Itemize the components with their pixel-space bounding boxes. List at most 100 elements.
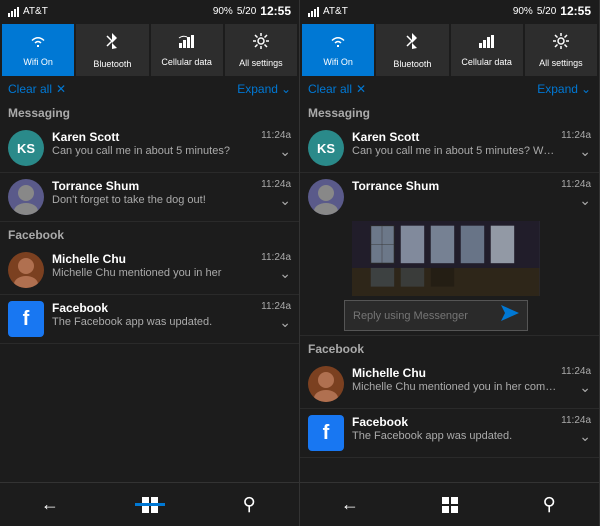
close-icon-right: ✕ — [356, 82, 366, 96]
bottom-nav-right: ← ⚲ — [300, 482, 599, 526]
status-bar-left: AT&T 90% 5/20 12:55 — [0, 0, 299, 22]
notif-content-michelle-right: Michelle Chu Michelle Chu mentioned you … — [352, 366, 557, 393]
notifications-right: Messaging KS Karen Scott Can you call me… — [300, 100, 599, 482]
chevron-michelle-right: ⌄ — [579, 379, 591, 396]
chevron-torrance-right: ⌄ — [579, 192, 591, 209]
carrier-right: AT&T — [323, 6, 348, 17]
avatar-michelle-right — [308, 366, 344, 402]
expand-btn-left[interactable]: Expand ⌄ — [237, 82, 291, 96]
bluetooth-icon-left — [105, 31, 119, 56]
notif-meta-karen-left: 11:24a ⌄ — [261, 130, 291, 160]
notif-karen-left[interactable]: KS Karen Scott Can you call me in about … — [0, 124, 299, 173]
notif-michelle-right[interactable]: Michelle Chu Michelle Chu mentioned you … — [300, 360, 599, 409]
bluetooth-icon-right — [405, 31, 419, 56]
notif-meta-karen-right: 11:24a ⌄ — [561, 130, 591, 160]
chevron-facebook-right: ⌄ — [579, 428, 591, 445]
search-btn-right[interactable]: ⚲ — [499, 483, 599, 526]
group-messaging-left: Messaging — [0, 100, 299, 124]
wifi-icon-right — [328, 33, 348, 54]
qa-wifi-right[interactable]: Wifi On — [302, 24, 374, 76]
qa-wifi-label-left: Wifi On — [23, 57, 53, 68]
notif-michelle-left[interactable]: Michelle Chu Michelle Chu mentioned you … — [0, 246, 299, 295]
action-bar-left: Clear all ✕ Expand ⌄ — [0, 78, 299, 100]
notif-count-left: 5/20 — [237, 6, 256, 17]
settings-icon-left — [252, 32, 270, 55]
quick-actions-left: Wifi On Bluetooth — [0, 22, 299, 78]
time-left: 12:55 — [260, 4, 291, 18]
avatar-facebook-right: f — [308, 415, 344, 451]
notif-image-torrance — [352, 221, 540, 296]
avatar-karen-right: KS — [308, 130, 344, 166]
time-right: 12:55 — [560, 4, 591, 18]
avatar-michelle-left — [8, 252, 44, 288]
home-btn-right[interactable] — [400, 483, 500, 526]
search-btn-left[interactable]: ⚲ — [199, 483, 299, 526]
notif-content-michelle-left: Michelle Chu Michelle Chu mentioned you … — [52, 252, 257, 279]
notif-content-facebook-left: Facebook The Facebook app was updated. — [52, 301, 257, 328]
qa-settings-label-left: All settings — [239, 58, 283, 69]
status-right: 90% 5/20 12:55 — [213, 4, 291, 18]
expand-btn-right[interactable]: Expand ⌄ — [537, 82, 591, 96]
avatar-facebook-left: f — [8, 301, 44, 337]
qa-wifi-label-right: Wifi On — [323, 57, 353, 68]
battery-left: 90% — [213, 6, 233, 17]
notif-content-karen-right: Karen Scott Can you call me in about 5 m… — [352, 130, 557, 157]
back-icon-right: ← — [341, 494, 359, 515]
notif-facebook-right[interactable]: f Facebook The Facebook app was updated.… — [300, 409, 599, 458]
quick-actions-right: Wifi On Bluetooth Cellular — [300, 22, 599, 78]
qa-cellular-label-right: Cellular data — [461, 57, 512, 68]
reply-input-torrance[interactable] — [353, 310, 495, 322]
qa-wifi-left[interactable]: Wifi On — [2, 24, 74, 76]
back-icon-left: ← — [41, 494, 59, 515]
back-btn-left[interactable]: ← — [0, 483, 100, 526]
windows-icon-right — [442, 497, 458, 513]
group-facebook-left: Facebook — [0, 222, 299, 246]
avatar-karen-left: KS — [8, 130, 44, 166]
qa-cellular-label-left: Cellular data — [161, 57, 212, 68]
avatar-torrance-right — [308, 179, 344, 215]
group-messaging-right: Messaging — [300, 100, 599, 124]
clear-all-btn-left[interactable]: Clear all ✕ — [8, 82, 66, 96]
notif-facebook-left[interactable]: f Facebook The Facebook app was updated.… — [0, 295, 299, 344]
reply-box-torrance[interactable] — [344, 300, 528, 331]
qa-bluetooth-right[interactable]: Bluetooth — [376, 24, 448, 76]
notif-content-torrance-right: Torrance Shum — [352, 179, 557, 194]
notif-meta-facebook-right: 11:24a ⌄ — [561, 415, 591, 445]
qa-settings-label-right: All settings — [539, 58, 583, 69]
status-left-right: AT&T — [308, 5, 348, 17]
signal-icon — [8, 5, 19, 17]
chevron-michelle-left: ⌄ — [279, 265, 291, 282]
qa-cellular-left[interactable]: Cellular data — [151, 24, 223, 76]
notif-torrance-right[interactable]: Torrance Shum 11:24a ⌄ — [300, 173, 599, 336]
qa-settings-left[interactable]: All settings — [225, 24, 297, 76]
notif-meta-michelle-right: 11:24a ⌄ — [561, 366, 591, 396]
chevron-torrance-left: ⌄ — [279, 192, 291, 209]
status-left: AT&T — [8, 5, 48, 17]
notif-torrance-left[interactable]: Torrance Shum Don't forget to take the d… — [0, 173, 299, 222]
notif-content-karen-left: Karen Scott Can you call me in about 5 m… — [52, 130, 257, 157]
clear-all-btn-right[interactable]: Clear all ✕ — [308, 82, 366, 96]
notif-count-right: 5/20 — [537, 6, 556, 17]
right-panel: AT&T 90% 5/20 12:55 Wifi On — [300, 0, 600, 526]
search-icon-left: ⚲ — [243, 494, 256, 515]
settings-icon-right — [552, 32, 570, 55]
chevron-karen-right: ⌄ — [579, 143, 591, 160]
search-icon-right: ⚲ — [543, 494, 556, 515]
chevron-facebook-left: ⌄ — [279, 314, 291, 331]
cellular-icon-right — [478, 33, 496, 54]
notif-meta-facebook-left: 11:24a ⌄ — [261, 301, 291, 331]
back-btn-right[interactable]: ← — [300, 483, 400, 526]
qa-settings-right[interactable]: All settings — [525, 24, 597, 76]
close-icon-left: ✕ — [56, 82, 66, 96]
notif-meta-torrance-right: 11:24a ⌄ — [561, 179, 591, 209]
qa-bluetooth-left[interactable]: Bluetooth — [76, 24, 148, 76]
notifications-left: Messaging KS Karen Scott Can you call me… — [0, 100, 299, 482]
notif-karen-right[interactable]: KS Karen Scott Can you call me in about … — [300, 124, 599, 173]
send-reply-btn[interactable] — [501, 305, 519, 326]
notif-meta-michelle-left: 11:24a ⌄ — [261, 252, 291, 282]
carrier-left: AT&T — [23, 6, 48, 17]
qa-cellular-right[interactable]: Cellular data — [451, 24, 523, 76]
wifi-icon-left — [28, 33, 48, 54]
qa-bluetooth-label-right: Bluetooth — [393, 59, 431, 70]
chevron-down-icon-right: ⌄ — [581, 82, 591, 96]
